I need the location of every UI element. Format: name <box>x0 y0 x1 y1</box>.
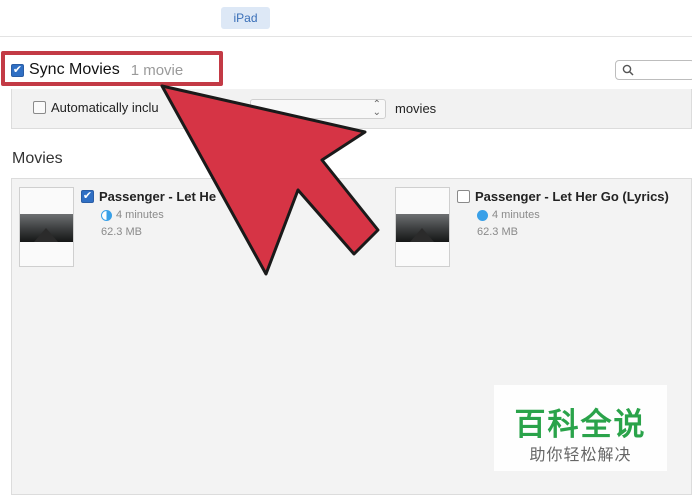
half-pie-icon <box>101 209 112 221</box>
movie-checkbox[interactable]: ✔ <box>81 190 94 203</box>
movie-duration-row: 4 minutes <box>477 209 540 221</box>
sync-movies-label: Sync Movies <box>29 61 120 78</box>
full-pie-icon <box>477 209 488 221</box>
search-icon <box>622 64 634 76</box>
auto-include-label: Automatically inclu <box>51 100 159 115</box>
auto-include-suffix: movies <box>395 101 437 116</box>
tab-ipad[interactable]: iPad <box>221 7 270 29</box>
watermark: 百科全说 助你轻松解决 <box>494 385 667 471</box>
movie-title: Passenger - Let Her Go (Lyrics) <box>475 189 669 204</box>
auto-include-checkbox[interactable] <box>33 101 46 114</box>
movie-size: 62.3 MB <box>101 226 142 238</box>
movie-duration: 4 minutes <box>492 209 540 221</box>
watermark-sub-text: 助你轻松解决 <box>529 445 632 464</box>
movies-section-title: Movies <box>12 150 63 167</box>
movie-size: 62.3 MB <box>477 226 518 238</box>
sync-movies-checkbox[interactable]: ✔ <box>11 63 24 77</box>
watermark-main-text: 百科全说 <box>514 407 647 443</box>
movie-thumbnail <box>19 187 74 267</box>
movie-checkbox[interactable] <box>457 190 470 203</box>
movie-thumbnail <box>395 187 450 267</box>
top-bar: iPad <box>0 0 692 37</box>
search-input[interactable] <box>615 60 692 80</box>
movie-title-row: Passenger - Let Her Go (Lyrics) <box>457 189 669 204</box>
auto-include-row[interactable]: Automatically inclu <box>33 100 159 115</box>
movie-item[interactable]: Passenger - Let Her Go (Lyrics) 4 minute… <box>388 187 678 277</box>
sync-movies-count: 1 movie <box>130 61 184 79</box>
annotation-arrow-icon <box>160 84 380 276</box>
sync-movies-row[interactable]: ✔ Sync Movies 1 movie <box>11 60 183 80</box>
